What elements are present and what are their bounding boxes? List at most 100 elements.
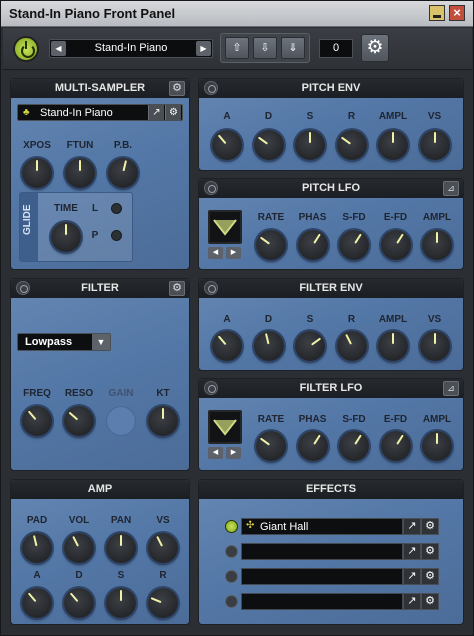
download-preset-button[interactable]: ⇩: [253, 37, 277, 59]
multi-sampler-gear-icon[interactable]: ⚙: [169, 81, 185, 96]
filter-lfo-phas-knob[interactable]: [297, 431, 328, 461]
amp-d-knob[interactable]: [64, 588, 94, 618]
prev-wave-button[interactable]: ◀: [208, 247, 223, 259]
number-field[interactable]: 0: [319, 39, 353, 58]
window-title: Stand-In Piano Front Panel: [9, 6, 176, 21]
open-effect-icon[interactable]: ↗: [403, 568, 421, 585]
filter-gain-knob[interactable]: [106, 406, 136, 436]
amp-vol-knob[interactable]: [64, 533, 94, 563]
filter-env-a-knob[interactable]: [212, 331, 242, 361]
open-effect-icon[interactable]: ↗: [403, 543, 421, 560]
instrument-selector[interactable]: ♣ Stand-In Piano ↗ ⚙: [17, 104, 183, 121]
open-effect-icon[interactable]: ↗: [403, 518, 421, 535]
pitch-lfo-phas-knob[interactable]: [297, 230, 328, 260]
wave-icon[interactable]: ⊿: [443, 181, 459, 196]
filter-lfo-s-fd-knob[interactable]: [339, 431, 369, 461]
knob-label: XPOS: [23, 140, 51, 151]
filter-env-s-knob[interactable]: [295, 331, 325, 361]
pitch-lfo-s-fd-knob[interactable]: [339, 230, 369, 260]
amp-a-knob[interactable]: [22, 588, 52, 618]
effect-selector[interactable]: ✣ Giant Hall: [241, 518, 403, 535]
filter-mode-dropdown[interactable]: Lowpass ▼: [17, 333, 111, 351]
pitch-env-s-knob[interactable]: [295, 130, 325, 160]
upload-preset-button[interactable]: ⇧: [225, 37, 249, 59]
pitch-env-a-knob[interactable]: [212, 130, 242, 160]
open-effect-icon[interactable]: ↗: [403, 593, 421, 610]
effect-selector[interactable]: [241, 543, 403, 560]
effect-gear-icon[interactable]: ⚙: [421, 593, 439, 610]
effect-slot: ✣ Giant Hall ↗ ⚙: [225, 518, 439, 535]
filter-freq-knob[interactable]: [22, 406, 52, 436]
minimize-button[interactable]: [429, 5, 445, 21]
pitch-lfo-ampl-knob[interactable]: [422, 230, 452, 260]
knob-label: VS: [427, 314, 442, 325]
prev-wave-button[interactable]: ◀: [208, 447, 223, 459]
amp-s-knob[interactable]: [106, 588, 136, 618]
effect-gear-icon[interactable]: ⚙: [421, 518, 439, 535]
glide-p-led[interactable]: [111, 230, 122, 241]
filter-gear-icon[interactable]: ⚙: [169, 281, 185, 296]
filter-env-d-knob[interactable]: [253, 331, 284, 361]
effect-power-icon[interactable]: [225, 570, 238, 583]
lfo-waveform-display: [208, 410, 242, 444]
ftun-knob[interactable]: [65, 158, 95, 188]
glide-time-knob[interactable]: [51, 222, 81, 252]
knob-label: S: [117, 570, 125, 581]
pitch-lfo-rate-knob[interactable]: [256, 230, 286, 260]
pitch-bend-knob[interactable]: [108, 158, 138, 188]
filter-kt-knob[interactable]: [148, 406, 178, 436]
close-button[interactable]: ×: [449, 5, 465, 21]
wave-icon[interactable]: ⊿: [443, 381, 459, 396]
effect-power-icon[interactable]: [225, 595, 238, 608]
pitch-env-panel: PITCH ENV A D S R AMPL VS: [198, 78, 464, 171]
xpos-knob[interactable]: [22, 158, 52, 188]
filter-env-r-knob[interactable]: [336, 331, 367, 361]
knob-label: A: [33, 570, 41, 581]
filter-env-ampl-knob[interactable]: [378, 331, 408, 361]
effect-selector[interactable]: [241, 568, 403, 585]
filter-lfo-rate-knob[interactable]: [256, 431, 286, 461]
lfo-wave-arrows: ◀ ▶: [208, 247, 242, 261]
effect-gear-icon[interactable]: ⚙: [421, 568, 439, 585]
glide-l-led[interactable]: [111, 203, 122, 214]
effect-gear-icon[interactable]: ⚙: [421, 543, 439, 560]
pitch-env-r-knob[interactable]: [336, 130, 367, 160]
prev-preset-button[interactable]: ◀: [51, 41, 66, 56]
filter-lfo-power-icon[interactable]: [204, 381, 218, 395]
amp-pan-knob[interactable]: [106, 533, 136, 563]
knob-label: AMPL: [378, 111, 408, 122]
filter-env-power-icon[interactable]: [204, 281, 218, 295]
filter-title: FILTER: [11, 279, 189, 298]
effect-slot: ↗ ⚙: [225, 568, 439, 585]
filter-power-icon[interactable]: [16, 281, 30, 295]
filter-reso-knob[interactable]: [64, 406, 94, 436]
effect-selector[interactable]: [241, 593, 403, 610]
pitch-env-power-icon[interactable]: [204, 81, 218, 95]
next-wave-button[interactable]: ▶: [226, 447, 241, 459]
effect-power-icon[interactable]: [225, 520, 238, 533]
pitch-env-d-knob[interactable]: [253, 130, 284, 160]
pitch-env-vs-knob[interactable]: [419, 130, 450, 160]
instrument-gear-icon[interactable]: ⚙: [165, 105, 181, 120]
power-button[interactable]: [13, 36, 39, 62]
lfo-waveform-display: [208, 210, 242, 244]
filter-lfo-ampl-knob[interactable]: [422, 431, 452, 461]
amp-pad-knob[interactable]: [22, 533, 52, 563]
pitch-lfo-e-fd-knob[interactable]: [380, 230, 411, 260]
filter-lfo-e-fd-knob[interactable]: [380, 431, 411, 461]
preset-selector[interactable]: ◀ Stand-In Piano ▶: [49, 39, 213, 58]
amp-r-knob[interactable]: [148, 588, 178, 618]
next-preset-button[interactable]: ▶: [196, 41, 211, 56]
open-instrument-icon[interactable]: ↗: [148, 105, 164, 120]
amp-vs-knob[interactable]: [148, 533, 178, 563]
filter-env-panel: FILTER ENV A D S R AMPL VS: [198, 278, 464, 371]
pitch-env-ampl-knob[interactable]: [378, 130, 408, 160]
pitch-lfo-power-icon[interactable]: [204, 181, 218, 195]
next-wave-button[interactable]: ▶: [226, 247, 241, 259]
settings-gear-icon[interactable]: ⚙: [361, 34, 389, 62]
filter-env-vs-knob[interactable]: [419, 331, 450, 361]
knob-label: RATE: [257, 414, 285, 425]
save-preset-button[interactable]: ⇓: [281, 37, 305, 59]
effect-name: Giant Hall: [260, 521, 309, 533]
effect-power-icon[interactable]: [225, 545, 238, 558]
